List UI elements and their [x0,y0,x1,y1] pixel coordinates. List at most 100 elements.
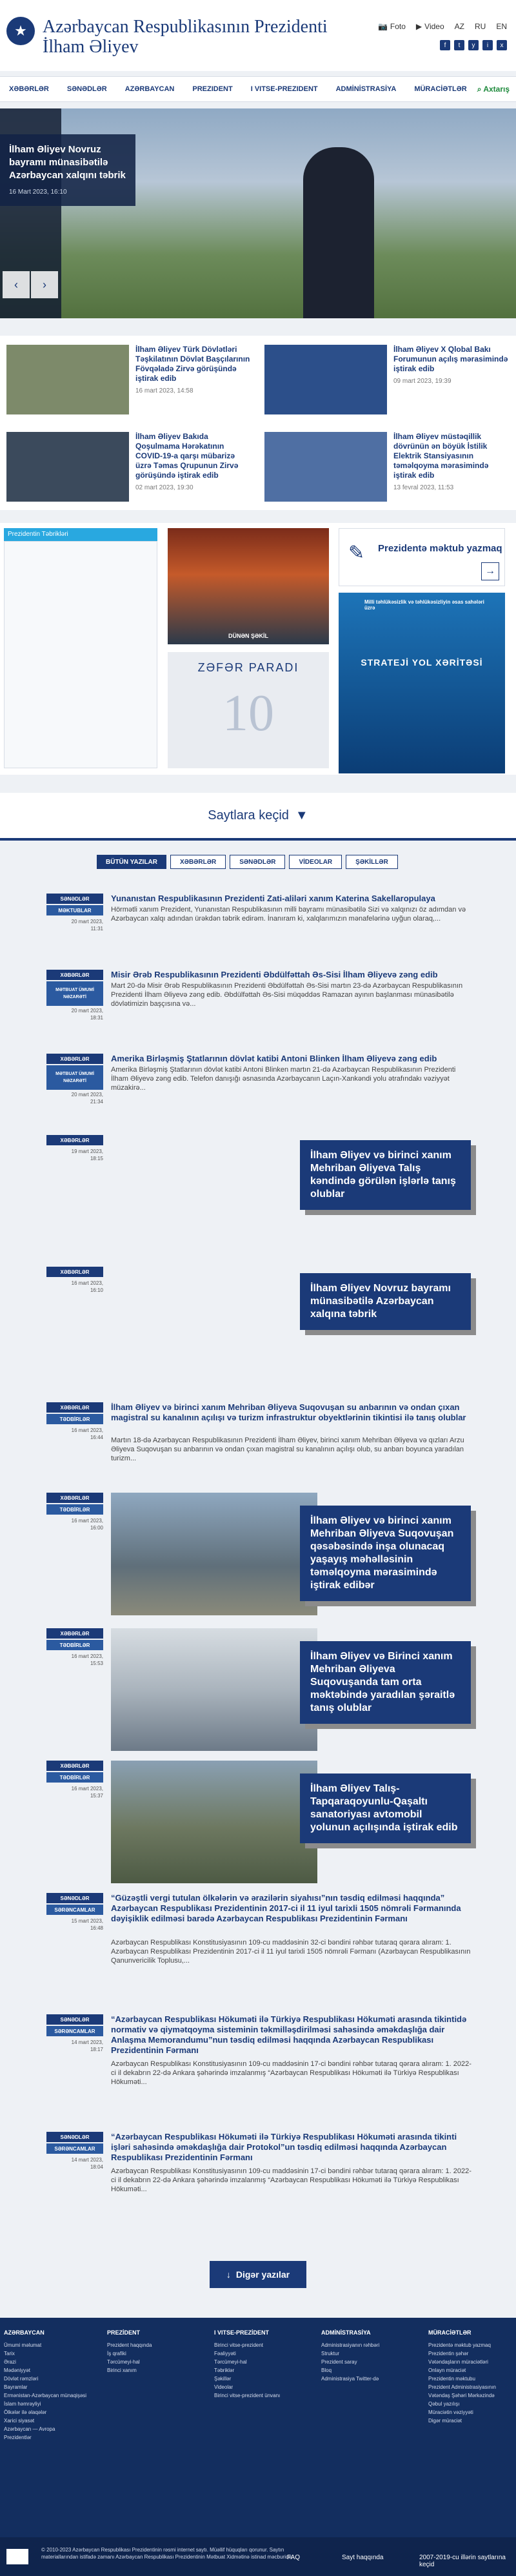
filter-news[interactable]: XƏBƏRLƏR [170,855,226,869]
news-grid: İlham Əliyev Türk Dövlətləri Təşkilatını… [0,336,516,510]
feed-title[interactable]: Misir Ərəb Respublikasının Prezidenti Əb… [111,970,472,980]
feed-tag[interactable]: XƏBƏRLƏR [46,1054,103,1064]
hero-title[interactable]: İlham Əliyev Novruz bayramı münasibətilə… [9,143,126,182]
feed-tag[interactable]: XƏBƏRLƏR [46,1761,103,1771]
hero-caption[interactable]: İlham Əliyev Novruz bayramı münasibətilə… [0,134,135,206]
state-emblem-icon[interactable]: ★ [6,17,35,45]
hero-slider[interactable]: İlham Əliyev Novruz bayramı münasibətilə… [0,108,516,318]
feed-subtag[interactable]: SƏRƏNCAMLAR [46,1905,103,1915]
nav-vice-president[interactable]: I VITSE-PREZIDENT [242,85,327,93]
filter-photos[interactable]: ŞƏKİLLƏR [346,855,398,869]
news-title[interactable]: İlham Əliyev X Qlobal Bakı Forumunun açı… [393,345,510,374]
nav-news[interactable]: XƏBƏRLƏR [0,85,58,93]
feed-title[interactable]: İlham Əliyev və birinci xanım Mehriban Ə… [111,1402,472,1423]
lang-az[interactable]: AZ [455,22,464,31]
feed-tag[interactable]: SƏNƏDLƏR [46,894,103,904]
feed-card[interactable]: İlham Əliyev və Birinci xanım Mehriban Ə… [300,1641,471,1724]
feed-subtag[interactable]: SƏRƏNCAMLAR [46,2143,103,2154]
news-thumbnail[interactable] [264,432,387,502]
photo-tile[interactable]: DÜNƏN ŞƏKİL [168,528,329,644]
feed-tag[interactable]: SƏNƏDLƏR [46,1893,103,1903]
feed-card[interactable]: İlham Əliyev və birinci xanım Mehriban Ə… [300,1140,471,1210]
filter-videos[interactable]: VİDEOLAR [289,855,342,869]
news-thumbnail[interactable] [6,345,129,414]
nav-appeals[interactable]: MÜRACİƏTLƏR [405,85,475,93]
gov-logo-icon[interactable] [6,2549,28,2564]
news-item[interactable]: İlham Əliyev müstəqillik dövrünün ən böy… [258,423,510,502]
feed-title[interactable]: “Güzəştli vergi tutulan ölkələrin və əra… [111,1893,472,1924]
facebook-icon[interactable]: f [440,40,450,50]
chevron-down-icon: ▼ [295,808,308,823]
news-thumbnail[interactable] [264,345,387,414]
letter-to-president[interactable]: ✎ Prezidentə məktub yazmaq → [339,528,505,586]
nav-azerbaijan[interactable]: AZƏRBAYCAN [116,85,184,93]
hero-date: 16 Mart 2023, 16:10 [9,189,67,196]
feed-card[interactable]: İlham Əliyev Novruz bayramı münasibətilə… [300,1273,471,1330]
feed-photo[interactable] [111,1628,317,1751]
feed-photo[interactable] [111,1761,317,1883]
feed-subtag[interactable]: TƏDBİRLƏR [46,1414,103,1424]
victory-parade-tile[interactable]: ZƏFƏR PARADI 10 [168,652,329,768]
feed-subtag[interactable]: TƏDBİRLƏR [46,1640,103,1650]
search-button[interactable]: ⌕ Axtarış [477,85,510,94]
more-posts-button[interactable]: ↓ Digər yazılar [210,2261,306,2288]
greetings-tab[interactable]: Prezidentin Təbrikləri [4,528,157,541]
feed-title[interactable]: Yunanıstan Respublikasının Prezidenti Za… [111,894,472,904]
photo-tile-caption: DÜNƏN ŞƏKİL [228,633,269,639]
feed-tag[interactable]: SƏNƏDLƏR [46,2132,103,2142]
news-title[interactable]: İlham Əliyev müstəqillik dövrünün ən böy… [393,432,510,480]
news-title[interactable]: İlham Əliyev Bakıda Qoşulmama Hərəkatını… [135,432,252,480]
filter-all[interactable]: BÜTÜN YAZILAR [97,855,167,869]
feed-title[interactable]: Amerika Birləşmiş Ştatlarının dövlət kat… [111,1054,472,1064]
site-title[interactable]: Azərbaycan Respublikasının Prezidenti [43,18,328,36]
feed-subtag[interactable]: MƏKTUBLAR [46,905,103,915]
feed-subtag[interactable]: TƏDBİRLƏR [46,1504,103,1515]
feed-subtag[interactable]: MƏTBUAT ÜMUMİ NƏZARƏTİ [46,981,103,1006]
instagram-icon[interactable]: i [482,40,493,50]
feed-subtag[interactable]: SƏRƏNCAMLAR [46,2026,103,2036]
feed-card[interactable]: İlham Əliyev Talış-Tapqaraqoyunlu-Qaşalt… [300,1774,471,1843]
video-link[interactable]: ▶ Video [416,22,444,31]
sites-link[interactable]: Saytlara keçid ▼ [0,793,516,838]
filter-documents[interactable]: SƏNƏDLƏR [230,855,286,869]
arrow-right-icon[interactable]: → [481,562,499,580]
feed-tag[interactable]: XƏBƏRLƏR [46,1135,103,1145]
news-item[interactable]: İlham Əliyev Bakıda Qoşulmama Hərəkatını… [0,423,252,502]
chevron-right-icon[interactable]: › [31,271,58,298]
feed-subtag[interactable]: TƏDBİRLƏR [46,1772,103,1783]
lang-ru[interactable]: RU [475,22,486,31]
nav-administration[interactable]: ADMİNİSTRASİYA [327,85,406,93]
youtube-icon[interactable]: y [468,40,479,50]
nav-president[interactable]: PREZIDENT [183,85,241,93]
feed-title[interactable]: “Azərbaycan Respublikası Hökuməti ilə Tü… [111,2132,472,2163]
main-nav: XƏBƏRLƏR SƏNƏDLƏR AZƏRBAYCAN PREZIDENT I… [0,76,516,102]
lang-en[interactable]: EN [496,22,507,31]
news-title[interactable]: İlham Əliyev Türk Dövlətləri Təşkilatını… [135,345,252,383]
feed-card[interactable]: İlham Əliyev və birinci xanım Mehriban Ə… [300,1506,471,1601]
news-thumbnail[interactable] [6,432,129,502]
feed-title[interactable]: “Azərbaycan Respublikası Hökuməti ilə Tü… [111,2014,472,2056]
letter-title[interactable]: Prezidentə məktub yazmaq [378,543,502,554]
photo-link[interactable]: 📷 Foto [378,22,406,31]
faq-link[interactable]: FAQ [287,2554,300,2561]
twitter-icon[interactable]: t [454,40,464,50]
feed-tag[interactable]: XƏBƏRLƏR [46,1493,103,1503]
feed-tag[interactable]: XƏBƏRLƏR [46,1628,103,1639]
feed-subtag[interactable]: MƏTBUAT ÜMUMİ NƏZARƏTİ [46,1065,103,1090]
x-icon[interactable]: x [497,40,507,50]
news-item[interactable]: İlham Əliyev Türk Dövlətləri Təşkilatını… [0,336,252,414]
site-title-name[interactable]: İlham Əliyev [43,37,139,57]
feed-tag[interactable]: XƏBƏRLƏR [46,1267,103,1277]
news-date: 13 fevral 2023, 11:53 [393,484,454,491]
feed-body: Amerika Birləşmiş Ştatlarının dövlət kat… [111,1066,456,1092]
feed-tag[interactable]: XƏBƏRLƏR [46,970,103,980]
nav-documents[interactable]: SƏNƏDLƏR [58,85,116,93]
strategic-map-banner[interactable]: Milli təhlükəsizlik və təhlükəsizliyin ə… [339,593,505,773]
feed-tag[interactable]: SƏNƏDLƏR [46,2014,103,2025]
feed-photo[interactable] [111,1493,317,1615]
old-sites-link[interactable]: 2007-2019-cu illərin saytlarına keçid [419,2554,516,2568]
news-item[interactable]: İlham Əliyev X Qlobal Bakı Forumunun açı… [258,336,510,414]
feed-tag[interactable]: XƏBƏRLƏR [46,1402,103,1413]
about-link[interactable]: Sayt haqqında [342,2554,384,2561]
chevron-left-icon[interactable]: ‹ [3,271,30,298]
